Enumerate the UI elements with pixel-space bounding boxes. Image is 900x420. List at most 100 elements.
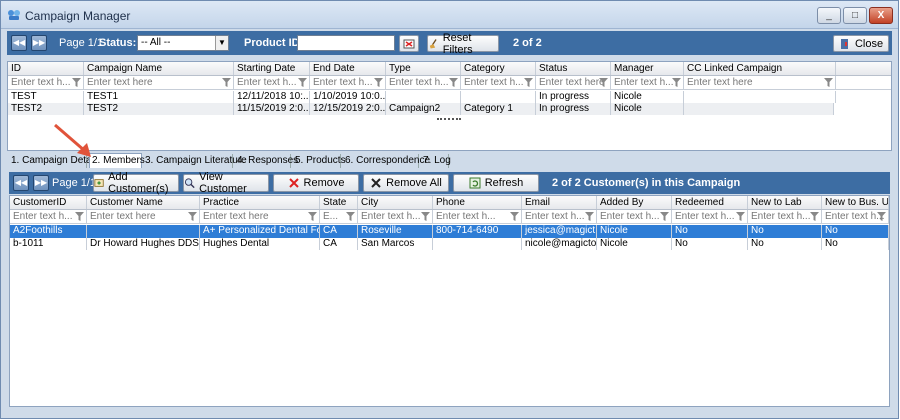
table-row[interactable]: A2Foothills A+ Personalized Dental Foo..… xyxy=(10,225,889,238)
filter-redeemed[interactable]: Enter text h... xyxy=(672,210,748,223)
product-id-input[interactable] xyxy=(297,35,395,51)
cell-id: TEST xyxy=(8,91,84,103)
col-header-added-by[interactable]: Added By xyxy=(597,196,672,209)
cell-city: San Marcos xyxy=(358,238,433,250)
tab-responses[interactable]: 4. Responses xyxy=(235,154,298,168)
tab-products[interactable]: 5. Products xyxy=(293,154,346,168)
table-row[interactable]: b-1011 Dr Howard Hughes DDS Hughes Denta… xyxy=(10,238,889,250)
col-header-end-date[interactable]: End Date xyxy=(310,62,386,75)
col-header-type[interactable]: Type xyxy=(386,62,461,75)
filter-icon[interactable] xyxy=(75,212,84,221)
filter-id[interactable]: Enter text h... xyxy=(8,76,84,89)
lookup-icon xyxy=(403,39,415,48)
splitter-handle[interactable] xyxy=(437,118,461,121)
filter-category[interactable]: Enter text h... xyxy=(461,76,536,89)
col-header-id[interactable]: ID xyxy=(8,62,84,75)
filter-city[interactable]: Enter text h... xyxy=(358,210,433,223)
filter-icon[interactable] xyxy=(188,212,197,221)
filter-icon[interactable] xyxy=(374,78,383,87)
cell-email: jessica@magict... xyxy=(522,225,597,238)
first-page-button[interactable]: ◀◀ xyxy=(11,35,27,51)
col-header-customer-id[interactable]: CustomerID xyxy=(10,196,87,209)
filter-status[interactable]: Enter text here xyxy=(536,76,611,89)
filter-icon[interactable] xyxy=(524,78,533,87)
status-select[interactable]: -- All -- ▼ xyxy=(137,35,229,51)
filter-icon[interactable] xyxy=(585,212,594,221)
reset-filters-button[interactable]: Reset Filters xyxy=(427,32,499,56)
close-window-button[interactable]: X xyxy=(869,7,893,24)
filter-icon[interactable] xyxy=(672,78,681,87)
filter-customer-id[interactable]: Enter text h... xyxy=(10,210,87,223)
table-row[interactable]: TEST TEST1 12/11/2018 10:... 1/10/2019 1… xyxy=(8,91,891,103)
first-page-icon: ◀◀ xyxy=(14,178,28,187)
last-page-button[interactable]: ▶▶ xyxy=(31,35,47,51)
col-header-cc-linked[interactable]: CC Linked Campaign xyxy=(684,62,836,75)
col-header-practice[interactable]: Practice xyxy=(200,196,320,209)
filter-added-by[interactable]: Enter text h... xyxy=(597,210,672,223)
filter-customer-name[interactable]: Enter text here xyxy=(87,210,200,223)
filter-icon[interactable] xyxy=(421,212,430,221)
filter-email[interactable]: Enter text h... xyxy=(522,210,597,223)
col-header-city[interactable]: City xyxy=(358,196,433,209)
filter-customer-name-placeholder: Enter text here xyxy=(90,211,156,222)
col-header-email[interactable]: Email xyxy=(522,196,597,209)
filter-icon[interactable] xyxy=(599,78,608,87)
tab-correspondence[interactable]: 6. Correspondence xyxy=(343,154,430,168)
status-select-value: -- All -- xyxy=(141,37,171,48)
tab-log[interactable]: 7. Log xyxy=(421,154,451,168)
col-header-state[interactable]: State xyxy=(320,196,358,209)
filter-new-to-lab[interactable]: Enter text h... xyxy=(748,210,822,223)
filter-icon[interactable] xyxy=(308,212,317,221)
refresh-button[interactable]: Refresh xyxy=(453,174,539,192)
filter-icon[interactable] xyxy=(298,78,307,87)
campaign-header-row: ID Campaign Name Starting Date End Date … xyxy=(8,62,891,76)
filter-icon[interactable] xyxy=(660,212,669,221)
filter-icon[interactable] xyxy=(877,212,886,221)
filter-type[interactable]: Enter text h... xyxy=(386,76,461,89)
filter-state[interactable]: E... xyxy=(320,210,358,223)
col-header-starting-date[interactable]: Starting Date xyxy=(234,62,310,75)
members-last-page-button[interactable]: ▶▶ xyxy=(33,175,49,191)
col-header-manager[interactable]: Manager xyxy=(611,62,684,75)
col-header-customer-name[interactable]: Customer Name xyxy=(87,196,200,209)
filter-starting-date[interactable]: Enter text h... xyxy=(234,76,310,89)
filter-campaign-name[interactable]: Enter text here xyxy=(84,76,234,89)
filter-manager[interactable]: Enter text h... xyxy=(611,76,684,89)
remove-button[interactable]: Remove xyxy=(273,174,359,192)
filter-icon[interactable] xyxy=(810,212,819,221)
filter-icon[interactable] xyxy=(72,78,81,87)
remove-all-button[interactable]: Remove All xyxy=(363,174,449,192)
filter-icon[interactable] xyxy=(346,212,355,221)
tab-campaign-literature[interactable]: 3. Campaign Literature xyxy=(143,154,247,168)
view-customer-button[interactable]: View Customer xyxy=(183,171,269,195)
filter-icon[interactable] xyxy=(824,78,833,87)
filter-cc-linked[interactable]: Enter text here xyxy=(684,76,836,89)
app-icon xyxy=(8,10,20,20)
cell-state: CA xyxy=(320,238,358,250)
tab-members[interactable]: 2. Members xyxy=(89,153,145,168)
col-header-campaign-name[interactable]: Campaign Name xyxy=(84,62,234,75)
members-first-page-button[interactable]: ◀◀ xyxy=(13,175,29,191)
filter-phone[interactable]: Enter text h... xyxy=(433,210,522,223)
filter-icon[interactable] xyxy=(222,78,231,87)
filter-manager-placeholder: Enter text h... xyxy=(614,77,674,88)
filter-icon[interactable] xyxy=(510,212,519,221)
col-header-phone[interactable]: Phone xyxy=(433,196,522,209)
product-lookup-button[interactable] xyxy=(399,35,419,52)
filter-practice[interactable]: Enter text here xyxy=(200,210,320,223)
col-header-new-to-lab[interactable]: New to Lab xyxy=(748,196,822,209)
filter-new-to-bus-unit[interactable]: Enter text h... xyxy=(822,210,889,223)
col-header-new-to-bus-unit[interactable]: New to Bus. Unit xyxy=(822,196,889,209)
close-button[interactable]: Close xyxy=(833,35,889,52)
filter-icon[interactable] xyxy=(736,212,745,221)
col-header-category[interactable]: Category xyxy=(461,62,536,75)
remove-label: Remove xyxy=(303,177,345,189)
filter-end-date[interactable]: Enter text h... xyxy=(310,76,386,89)
minimize-button[interactable]: _ xyxy=(817,7,841,24)
add-customers-button[interactable]: Add Customer(s) xyxy=(93,171,179,195)
col-header-status[interactable]: Status xyxy=(536,62,611,75)
table-row[interactable]: TEST2 TEST2 11/15/2019 2:0... 12/15/2019… xyxy=(8,103,834,115)
maximize-button[interactable]: □ xyxy=(843,7,867,24)
col-header-redeemed[interactable]: Redeemed xyxy=(672,196,748,209)
filter-icon[interactable] xyxy=(449,78,458,87)
